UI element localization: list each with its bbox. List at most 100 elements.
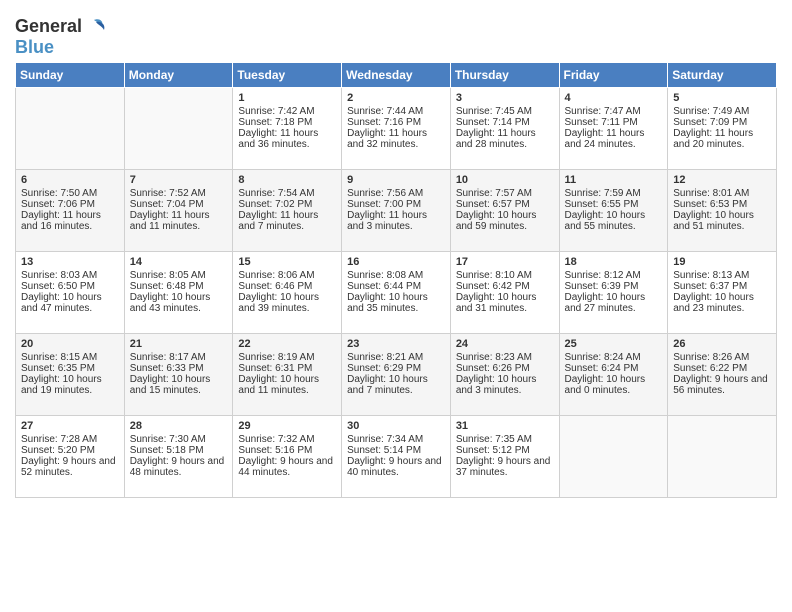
daylight-text: Daylight: 9 hours and 44 minutes.: [238, 456, 336, 478]
sunrise-text: Sunrise: 7:52 AM: [130, 188, 228, 199]
day-number: 8: [238, 174, 336, 186]
day-cell: 8Sunrise: 7:54 AMSunset: 7:02 PMDaylight…: [233, 169, 342, 251]
day-number: 23: [347, 338, 445, 350]
sunset-text: Sunset: 7:04 PM: [130, 199, 228, 210]
col-header-monday: Monday: [124, 62, 233, 87]
daylight-text: Daylight: 10 hours and 31 minutes.: [456, 292, 554, 314]
day-cell: 4Sunrise: 7:47 AMSunset: 7:11 PMDaylight…: [559, 87, 668, 169]
day-number: 10: [456, 174, 554, 186]
day-cell: 1Sunrise: 7:42 AMSunset: 7:18 PMDaylight…: [233, 87, 342, 169]
day-number: 15: [238, 256, 336, 268]
daylight-text: Daylight: 11 hours and 7 minutes.: [238, 210, 336, 232]
day-number: 29: [238, 420, 336, 432]
daylight-text: Daylight: 10 hours and 55 minutes.: [565, 210, 663, 232]
sunrise-text: Sunrise: 7:56 AM: [347, 188, 445, 199]
sunset-text: Sunset: 6:42 PM: [456, 281, 554, 292]
day-number: 28: [130, 420, 228, 432]
day-number: 4: [565, 92, 663, 104]
sunrise-text: Sunrise: 8:06 AM: [238, 270, 336, 281]
sunset-text: Sunset: 6:37 PM: [673, 281, 771, 292]
sunrise-text: Sunrise: 7:57 AM: [456, 188, 554, 199]
col-header-wednesday: Wednesday: [342, 62, 451, 87]
day-number: 7: [130, 174, 228, 186]
day-number: 12: [673, 174, 771, 186]
day-cell: [559, 415, 668, 497]
day-cell: 22Sunrise: 8:19 AMSunset: 6:31 PMDayligh…: [233, 333, 342, 415]
sunset-text: Sunset: 6:39 PM: [565, 281, 663, 292]
day-number: 16: [347, 256, 445, 268]
week-row-2: 6Sunrise: 7:50 AMSunset: 7:06 PMDaylight…: [16, 169, 777, 251]
day-cell: 17Sunrise: 8:10 AMSunset: 6:42 PMDayligh…: [450, 251, 559, 333]
sunrise-text: Sunrise: 8:23 AM: [456, 352, 554, 363]
sunrise-text: Sunrise: 7:35 AM: [456, 434, 554, 445]
sunrise-text: Sunrise: 8:08 AM: [347, 270, 445, 281]
day-cell: 3Sunrise: 7:45 AMSunset: 7:14 PMDaylight…: [450, 87, 559, 169]
sunset-text: Sunset: 7:18 PM: [238, 117, 336, 128]
day-number: 14: [130, 256, 228, 268]
sunrise-text: Sunrise: 8:15 AM: [21, 352, 119, 363]
sunset-text: Sunset: 6:24 PM: [565, 363, 663, 374]
sunset-text: Sunset: 6:31 PM: [238, 363, 336, 374]
day-cell: 26Sunrise: 8:26 AMSunset: 6:22 PMDayligh…: [668, 333, 777, 415]
sunrise-text: Sunrise: 8:26 AM: [673, 352, 771, 363]
sunrise-text: Sunrise: 8:17 AM: [130, 352, 228, 363]
day-cell: 10 Sunrise: 7:57 AMSunset: 6:57 PMDayligh…: [450, 169, 559, 251]
sunrise-text: Sunrise: 7:54 AM: [238, 188, 336, 199]
day-number: 27: [21, 420, 119, 432]
day-cell: 20Sunrise: 8:15 AMSunset: 6:35 PMDayligh…: [16, 333, 125, 415]
sunrise-text: Sunrise: 7:32 AM: [238, 434, 336, 445]
daylight-text: Daylight: 10 hours and 27 minutes.: [565, 292, 663, 314]
day-number: 24: [456, 338, 554, 350]
daylight-text: Daylight: 10 hours and 0 minutes.: [565, 374, 663, 396]
daylight-text: Daylight: 11 hours and 3 minutes.: [347, 210, 445, 232]
day-cell: 11Sunrise: 7:59 AMSunset: 6:55 PMDayligh…: [559, 169, 668, 251]
day-cell: 30Sunrise: 7:34 AMSunset: 5:14 PMDayligh…: [342, 415, 451, 497]
sunrise-text: Sunrise: 8:12 AM: [565, 270, 663, 281]
col-header-sunday: Sunday: [16, 62, 125, 87]
sunrise-text: Sunrise: 7:30 AM: [130, 434, 228, 445]
sunrise-text: Sunrise: 7:50 AM: [21, 188, 119, 199]
week-row-4: 20Sunrise: 8:15 AMSunset: 6:35 PMDayligh…: [16, 333, 777, 415]
logo-text-general: General: [15, 17, 82, 37]
daylight-text: Daylight: 10 hours and 59 minutes.: [456, 210, 554, 232]
day-cell: 21Sunrise: 8:17 AMSunset: 6:33 PMDayligh…: [124, 333, 233, 415]
day-cell: 16Sunrise: 8:08 AMSunset: 6:44 PMDayligh…: [342, 251, 451, 333]
sunset-text: Sunset: 6:55 PM: [565, 199, 663, 210]
sunset-text: Sunset: 5:14 PM: [347, 445, 445, 456]
sunrise-text: Sunrise: 8:21 AM: [347, 352, 445, 363]
daylight-text: Daylight: 10 hours and 43 minutes.: [130, 292, 228, 314]
col-header-thursday: Thursday: [450, 62, 559, 87]
daylight-text: Daylight: 10 hours and 11 minutes.: [238, 374, 336, 396]
day-number: 9: [347, 174, 445, 186]
day-cell: 27Sunrise: 7:28 AMSunset: 5:20 PMDayligh…: [16, 415, 125, 497]
sunset-text: Sunset: 6:57 PM: [456, 199, 554, 210]
day-cell: 14Sunrise: 8:05 AMSunset: 6:48 PMDayligh…: [124, 251, 233, 333]
sunset-text: Sunset: 5:20 PM: [21, 445, 119, 456]
col-header-saturday: Saturday: [668, 62, 777, 87]
day-cell: 2Sunrise: 7:44 AMSunset: 7:16 PMDaylight…: [342, 87, 451, 169]
day-cell: 5Sunrise: 7:49 AMSunset: 7:09 PMDaylight…: [668, 87, 777, 169]
day-cell: 13Sunrise: 8:03 AMSunset: 6:50 PMDayligh…: [16, 251, 125, 333]
daylight-text: Daylight: 11 hours and 28 minutes.: [456, 128, 554, 150]
sunset-text: Sunset: 6:35 PM: [21, 363, 119, 374]
day-cell: 12Sunrise: 8:01 AMSunset: 6:53 PMDayligh…: [668, 169, 777, 251]
sunrise-text: Sunrise: 7:44 AM: [347, 106, 445, 117]
sunset-text: Sunset: 6:22 PM: [673, 363, 771, 374]
sunset-text: Sunset: 6:50 PM: [21, 281, 119, 292]
day-cell: 24Sunrise: 8:23 AMSunset: 6:26 PMDayligh…: [450, 333, 559, 415]
day-cell: 25Sunrise: 8:24 AMSunset: 6:24 PMDayligh…: [559, 333, 668, 415]
sunrise-text: Sunrise: 8:10 AM: [456, 270, 554, 281]
sunrise-text: Sunrise: 8:01 AM: [673, 188, 771, 199]
daylight-text: Daylight: 9 hours and 37 minutes.: [456, 456, 554, 478]
day-number: 11: [565, 174, 663, 186]
day-cell: 23Sunrise: 8:21 AMSunset: 6:29 PMDayligh…: [342, 333, 451, 415]
day-cell: [124, 87, 233, 169]
day-number: 19: [673, 256, 771, 268]
sunrise-text: Sunrise: 7:34 AM: [347, 434, 445, 445]
sunrise-text: Sunrise: 7:28 AM: [21, 434, 119, 445]
sunrise-text: Sunrise: 7:42 AM: [238, 106, 336, 117]
daylight-text: Daylight: 10 hours and 15 minutes.: [130, 374, 228, 396]
day-number: 22: [238, 338, 336, 350]
daylight-text: Daylight: 10 hours and 3 minutes.: [456, 374, 554, 396]
daylight-text: Daylight: 11 hours and 32 minutes.: [347, 128, 445, 150]
